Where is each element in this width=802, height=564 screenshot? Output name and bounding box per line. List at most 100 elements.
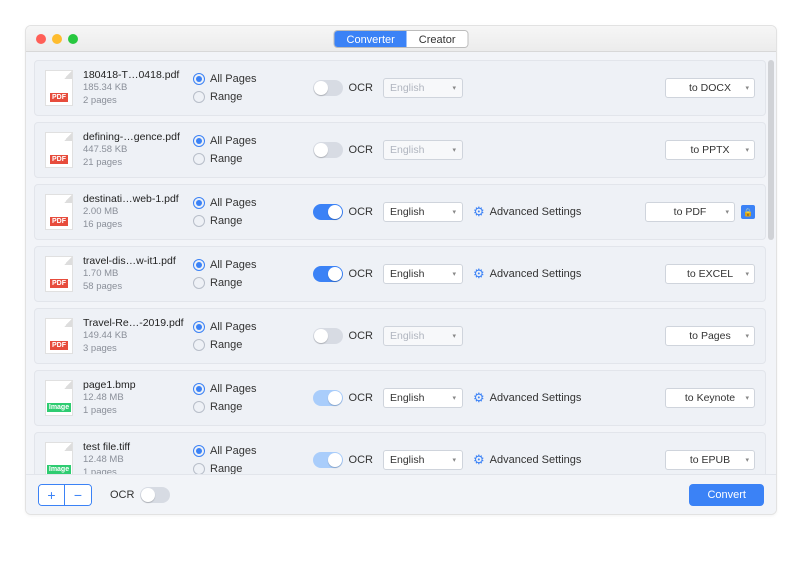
page-range-group: All Pages Range [193, 197, 293, 227]
global-ocr-label: OCR [110, 489, 134, 501]
format-column: to PDF ▾ 🔒 [645, 202, 755, 222]
chevron-down-icon: ▾ [452, 332, 456, 340]
image-badge-icon: Image [47, 403, 71, 412]
file-row: Image test file.tiff 12.48 MB 1 pages Al… [34, 432, 766, 474]
gear-icon[interactable]: ⚙ [473, 266, 485, 282]
ocr-group: OCR [293, 204, 373, 220]
output-format-value: to PPTX [690, 144, 729, 156]
language-dropdown[interactable]: English▾ [383, 388, 463, 408]
ocr-toggle[interactable] [313, 328, 343, 344]
lock-icon[interactable]: 🔒 [741, 205, 755, 219]
file-thumbnail: PDF [45, 256, 73, 292]
chevron-down-icon: ▾ [452, 270, 456, 278]
global-ocr-toggle[interactable] [140, 487, 170, 503]
advanced-settings-link[interactable]: Advanced Settings [490, 454, 582, 466]
pdf-badge-icon: PDF [50, 279, 68, 288]
ocr-toggle[interactable] [313, 452, 343, 468]
language-dropdown: English▾ [383, 78, 463, 98]
range-radio[interactable]: Range [193, 91, 293, 103]
gear-icon[interactable]: ⚙ [473, 204, 485, 220]
output-format-dropdown[interactable]: to EPUB▾ [665, 450, 755, 470]
advanced-settings-link[interactable]: Advanced Settings [490, 392, 582, 404]
all-pages-radio[interactable]: All Pages [193, 259, 293, 271]
language-value: English [390, 268, 424, 280]
output-format-dropdown[interactable]: to Keynote▾ [665, 388, 755, 408]
ocr-toggle[interactable] [313, 142, 343, 158]
language-value: English [390, 392, 424, 404]
ocr-toggle[interactable] [313, 204, 343, 220]
file-row: PDF Travel-Re…-2019.pdf 149.44 KB 3 page… [34, 308, 766, 364]
add-file-button[interactable]: + [39, 485, 65, 505]
all-pages-radio[interactable]: All Pages [193, 73, 293, 85]
gear-icon[interactable]: ⚙ [473, 452, 485, 468]
file-row: PDF 180418-T…0418.pdf 185.34 KB 2 pages … [34, 60, 766, 116]
language-dropdown[interactable]: English▾ [383, 450, 463, 470]
advanced-column: ⚙ Advanced Settings [473, 390, 613, 406]
scrollbar[interactable] [768, 60, 774, 240]
tab-creator[interactable]: Creator [407, 31, 468, 47]
all-pages-radio[interactable]: All Pages [193, 445, 293, 457]
file-pages: 3 pages [83, 343, 193, 356]
chevron-down-icon: ▾ [725, 208, 729, 216]
file-list: PDF 180418-T…0418.pdf 185.34 KB 2 pages … [26, 52, 776, 474]
language-value: English [390, 206, 424, 218]
gear-icon[interactable]: ⚙ [473, 390, 485, 406]
range-radio[interactable]: Range [193, 401, 293, 413]
output-format-dropdown[interactable]: to EXCEL▾ [665, 264, 755, 284]
range-radio[interactable]: Range [193, 339, 293, 351]
output-format-dropdown[interactable]: to PPTX▾ [665, 140, 755, 160]
image-badge-icon: Image [47, 465, 71, 474]
convert-button[interactable]: Convert [689, 484, 764, 506]
output-format-value: to PDF [674, 206, 707, 218]
file-pages: 1 pages [83, 467, 193, 474]
language-dropdown[interactable]: English▾ [383, 202, 463, 222]
advanced-settings-link[interactable]: Advanced Settings [490, 206, 582, 218]
advanced-settings-link[interactable]: Advanced Settings [490, 268, 582, 280]
zoom-icon[interactable] [68, 34, 78, 44]
page-range-group: All Pages Range [193, 73, 293, 103]
chevron-down-icon: ▾ [745, 394, 749, 402]
all-pages-label: All Pages [210, 135, 256, 147]
all-pages-radio[interactable]: All Pages [193, 321, 293, 333]
range-radio[interactable]: Range [193, 153, 293, 165]
output-format-dropdown[interactable]: to Pages▾ [665, 326, 755, 346]
remove-file-button[interactable]: − [65, 485, 91, 505]
range-radio[interactable]: Range [193, 463, 293, 474]
language-dropdown[interactable]: English ▾ [383, 264, 463, 284]
file-meta: Travel-Re…-2019.pdf 149.44 KB 3 pages [83, 316, 193, 356]
all-pages-radio[interactable]: All Pages [193, 135, 293, 147]
format-column: to PPTX▾ [665, 140, 755, 160]
file-thumbnail: Image [45, 380, 73, 416]
tab-converter[interactable]: Converter [335, 31, 407, 47]
output-format-dropdown[interactable]: to DOCX▾ [665, 78, 755, 98]
ocr-group: OCR [293, 142, 373, 158]
range-radio[interactable]: Range [193, 215, 293, 227]
range-label: Range [210, 339, 242, 351]
ocr-label: OCR [349, 268, 373, 280]
range-radio[interactable]: Range [193, 277, 293, 289]
all-pages-radio[interactable]: All Pages [193, 197, 293, 209]
ocr-toggle[interactable] [313, 80, 343, 96]
all-pages-label: All Pages [210, 197, 256, 209]
ocr-toggle[interactable] [313, 266, 343, 282]
ocr-toggle[interactable] [313, 390, 343, 406]
page-range-group: All Pages Range [193, 259, 293, 289]
close-icon[interactable] [36, 34, 46, 44]
file-size: 12.48 MB [83, 454, 193, 467]
language-value: English [390, 454, 424, 466]
file-name: Travel-Re…-2019.pdf [83, 316, 193, 330]
ocr-label: OCR [349, 206, 373, 218]
file-row: PDF travel-dis…w-it1.pdf 1.70 MB 58 page… [34, 246, 766, 302]
all-pages-label: All Pages [210, 259, 256, 271]
titlebar: Converter Creator [26, 26, 776, 52]
chevron-down-icon: ▾ [745, 270, 749, 278]
file-row: Image page1.bmp 12.48 MB 1 pages All Pag… [34, 370, 766, 426]
output-format-dropdown[interactable]: to PDF ▾ [645, 202, 735, 222]
app-window: Converter Creator PDF 180418-T…0418.pdf … [25, 25, 777, 515]
ocr-group: OCR [293, 328, 373, 344]
minimize-icon[interactable] [52, 34, 62, 44]
all-pages-radio[interactable]: All Pages [193, 383, 293, 395]
language-value: English [390, 330, 424, 342]
add-remove-group: + − [38, 484, 92, 506]
language-column: English▾ [383, 450, 463, 470]
